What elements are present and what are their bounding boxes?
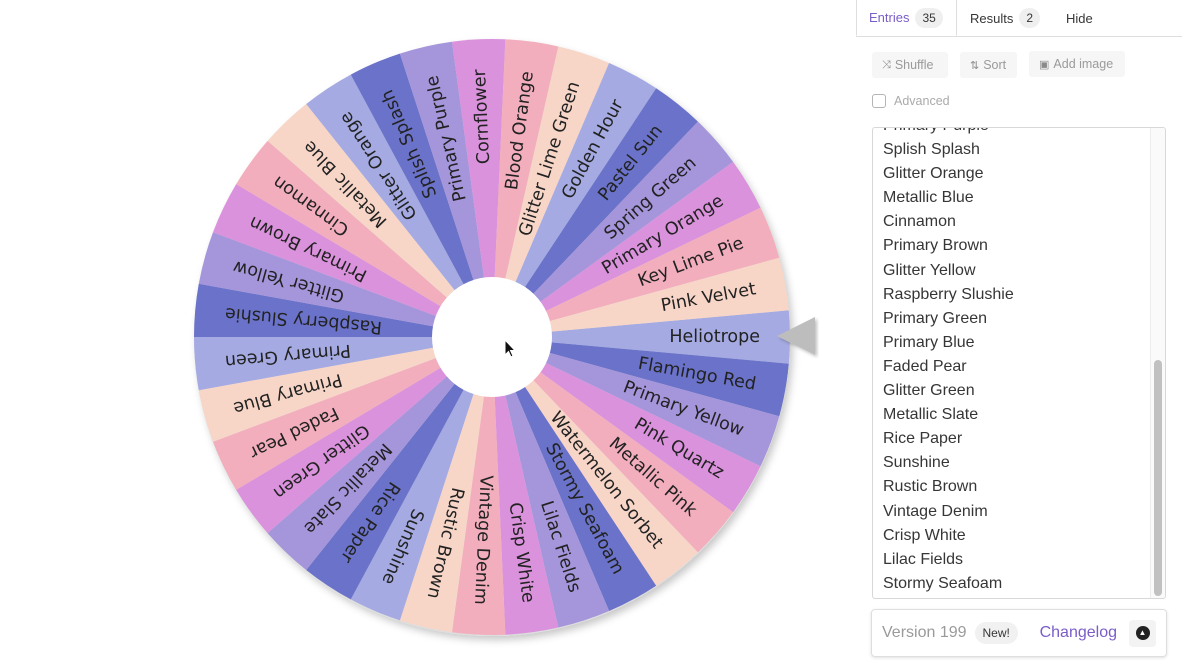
entries-count-badge: 35 <box>915 7 943 28</box>
entries-panel: Entries 35 Results 2 Hide ⤨ Shuffle ⇅ So… <box>856 0 1182 669</box>
sort-label: Sort <box>983 58 1007 72</box>
panel-tabs: Entries 35 Results 2 Hide <box>856 0 1182 37</box>
results-count-badge: 2 <box>1019 8 1041 28</box>
collapse-button[interactable]: ▲ <box>1129 619 1156 647</box>
entry-item[interactable]: Rustic Brown <box>883 475 1014 499</box>
version-label: Version 199 <box>882 624 967 641</box>
version-footer: Version 199 New! Changelog ▲ <box>871 609 1167 657</box>
tab-entries-label: Entries <box>869 10 910 25</box>
shuffle-label: Shuffle <box>894 58 934 72</box>
entry-item[interactable]: Metallic Blue <box>883 186 1014 210</box>
entry-item[interactable]: Lilac Fields <box>883 548 1014 572</box>
entries-list: Primary PurpleSplish SplashGlitter Orang… <box>883 128 1014 596</box>
tab-results-label: Results <box>970 10 1014 26</box>
entry-item[interactable]: Vintage Denim <box>883 500 1014 524</box>
entry-item[interactable]: Crisp White <box>883 524 1014 548</box>
entry-item[interactable]: Primary Blue <box>883 331 1014 355</box>
wheel-area: Heliotrope Flamingo Red Primary Yellow Pink… <box>0 0 856 669</box>
entry-item[interactable]: Glitter Yellow <box>883 259 1014 283</box>
tab-hide[interactable]: Hide <box>1066 0 1093 36</box>
entry-item[interactable]: Sunshine <box>883 451 1014 475</box>
tab-results[interactable]: Results 2 <box>970 0 1041 36</box>
advanced-label: Advanced <box>894 94 950 108</box>
advanced-checkbox[interactable] <box>872 94 886 108</box>
advanced-toggle[interactable]: Advanced <box>872 94 950 108</box>
wheel-pointer-icon <box>777 317 815 355</box>
entries-scrollbar[interactable] <box>1150 128 1165 598</box>
shuffle-button[interactable]: ⤨ Shuffle <box>872 52 948 78</box>
mouse-cursor-icon <box>504 339 516 358</box>
entry-item[interactable]: Faded Pear <box>883 355 1014 379</box>
new-badge: New! <box>974 622 1018 644</box>
entry-item[interactable]: Primary Green <box>883 307 1014 331</box>
changelog-link[interactable]: Changelog <box>1040 624 1117 642</box>
sort-icon: ⇅ <box>970 59 980 72</box>
spin-wheel[interactable]: HeliotropeFlamingo RedPrimary YellowPink… <box>0 0 856 669</box>
image-icon: ▣ <box>1039 58 1050 71</box>
entry-item[interactable]: Splish Splash <box>883 138 1014 162</box>
entry-item[interactable]: Glitter Green <box>883 379 1014 403</box>
tab-hide-label: Hide <box>1066 10 1093 26</box>
entry-item[interactable]: Metallic Slate <box>883 403 1014 427</box>
shuffle-icon: ⤨ <box>882 58 891 71</box>
chevron-up-icon: ▲ <box>1135 626 1150 640</box>
wheel-center-hub[interactable] <box>432 277 552 397</box>
add-image-button[interactable]: ▣ Add image <box>1029 51 1125 77</box>
tab-entries[interactable]: Entries 35 <box>856 0 957 36</box>
entry-item[interactable]: Rice Paper <box>883 427 1014 451</box>
entry-item[interactable]: Primary Purple <box>883 128 1014 138</box>
entry-item[interactable]: Glitter Orange <box>883 162 1014 186</box>
entries-scrollbar-thumb[interactable] <box>1154 360 1162 596</box>
entry-item[interactable]: Primary Brown <box>883 234 1014 258</box>
sort-button[interactable]: ⇅ Sort <box>960 52 1017 78</box>
wheel-segment-label: Heliotrope <box>669 327 760 347</box>
entry-item[interactable]: Stormy Seafoam <box>883 572 1014 596</box>
entries-textarea[interactable]: Primary PurpleSplish SplashGlitter Orang… <box>872 127 1166 599</box>
entry-item[interactable]: Cinnamon <box>883 210 1014 234</box>
entry-item[interactable]: Raspberry Slushie <box>883 283 1014 307</box>
add-image-label: Add image <box>1053 57 1114 71</box>
